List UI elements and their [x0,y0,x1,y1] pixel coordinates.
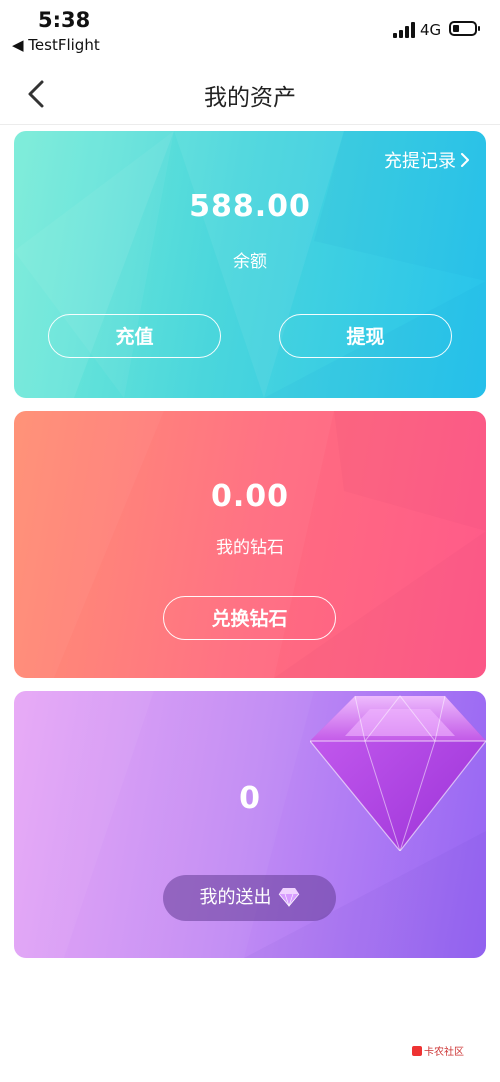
diamond-card: 0.00 我的钻石 兑换钻石 [14,411,486,678]
chevron-right-icon [460,151,470,172]
sent-card: 0 我的送出 [14,691,486,958]
nav-bar: 我的资产 [0,62,500,125]
network-type: 4G [420,21,442,39]
balance-label: 余额 [233,252,267,272]
watermark: 卡农社区 [412,1043,464,1058]
status-bar: 5:38 ◀ TestFlight 4G [0,0,500,60]
gem-icon [278,879,300,925]
battery-icon [449,21,480,36]
gem-decoration-icon [310,695,486,851]
page-title: 我的资产 [204,85,296,111]
recharge-button[interactable]: 充值 [48,314,221,358]
balance-card: 充提记录 588.00 余额 充值 提现 [14,131,486,398]
diamond-amount: 0.00 [210,479,290,514]
status-time: 5:38 [38,8,91,32]
watermark-text: 卡农社区 [424,1047,464,1058]
withdraw-button[interactable]: 提现 [279,314,452,358]
sent-amount: 0 [239,781,261,816]
record-label: 充提记录 [384,151,456,172]
recharge-withdraw-record-link[interactable]: 充提记录 [384,147,470,173]
back-to-app-link[interactable]: ◀ TestFlight [12,36,100,54]
balance-amount: 588.00 [189,189,311,224]
my-sent-button[interactable]: 我的送出 [163,875,336,921]
exchange-diamond-button[interactable]: 兑换钻石 [163,596,336,640]
watermark-logo-icon [412,1046,422,1056]
diamond-label: 我的钻石 [216,538,284,558]
signal-icon [393,22,415,38]
sent-label: 我的送出 [199,887,272,908]
